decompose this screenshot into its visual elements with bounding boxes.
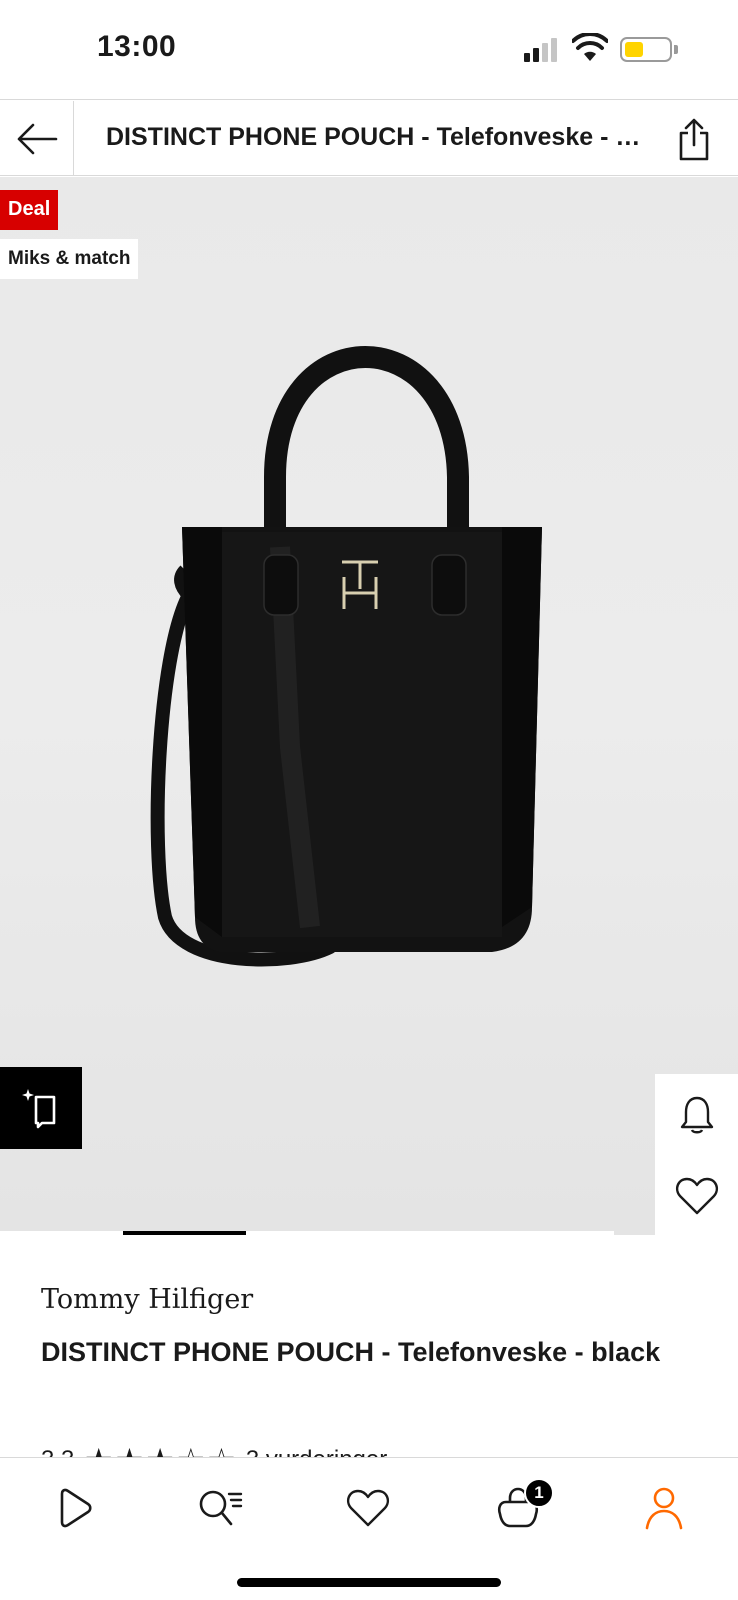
nav-search[interactable]	[190, 1478, 250, 1538]
product-image-carousel[interactable]: Deal Miks & match	[0, 177, 738, 1235]
back-button[interactable]	[0, 101, 74, 176]
find-similar-icon	[22, 1089, 56, 1129]
bottom-navigation: 1	[0, 1457, 738, 1600]
heart-icon	[675, 1177, 718, 1215]
status-bar: 13:00	[0, 0, 738, 100]
nav-wishlist[interactable]	[338, 1478, 398, 1538]
notify-button[interactable]	[655, 1074, 738, 1156]
cellular-signal-icon	[524, 38, 557, 62]
deal-badge: Deal	[0, 190, 59, 230]
play-icon	[60, 1488, 92, 1528]
nav-bag[interactable]: 1	[488, 1478, 554, 1538]
search-list-icon	[199, 1490, 243, 1526]
battery-icon	[620, 37, 672, 62]
product-header: DISTINCT PHONE POUCH - Telefonveske - bl…	[0, 101, 738, 176]
carousel-indicator	[0, 1231, 614, 1235]
status-time: 13:00	[97, 30, 177, 63]
battery-tip	[674, 45, 678, 54]
arrow-left-icon	[17, 123, 57, 154]
nav-home[interactable]	[44, 1478, 104, 1538]
wifi-icon	[572, 33, 608, 61]
product-name: DISTINCT PHONE POUCH - Telefonveske - bl…	[41, 1337, 661, 1367]
product-action-column	[655, 1074, 738, 1235]
bell-icon	[680, 1096, 713, 1134]
find-similar-button[interactable]	[0, 1067, 82, 1149]
share-button[interactable]	[672, 115, 716, 163]
share-icon	[679, 118, 709, 161]
brand-name[interactable]: Tommy Hilfiger	[41, 1284, 253, 1315]
cart-count-badge: 1	[524, 1478, 554, 1508]
heart-icon	[347, 1489, 389, 1527]
nav-account[interactable]	[634, 1478, 694, 1538]
carousel-active-segment	[123, 1231, 246, 1235]
person-icon	[645, 1487, 683, 1530]
mix-match-badge: Miks & match	[0, 239, 139, 279]
header-title: DISTINCT PHONE POUCH - Telefonveske - bl…	[106, 123, 646, 151]
home-indicator	[237, 1578, 501, 1587]
wishlist-button[interactable]	[655, 1156, 738, 1235]
product-photo-bag	[150, 346, 542, 967]
